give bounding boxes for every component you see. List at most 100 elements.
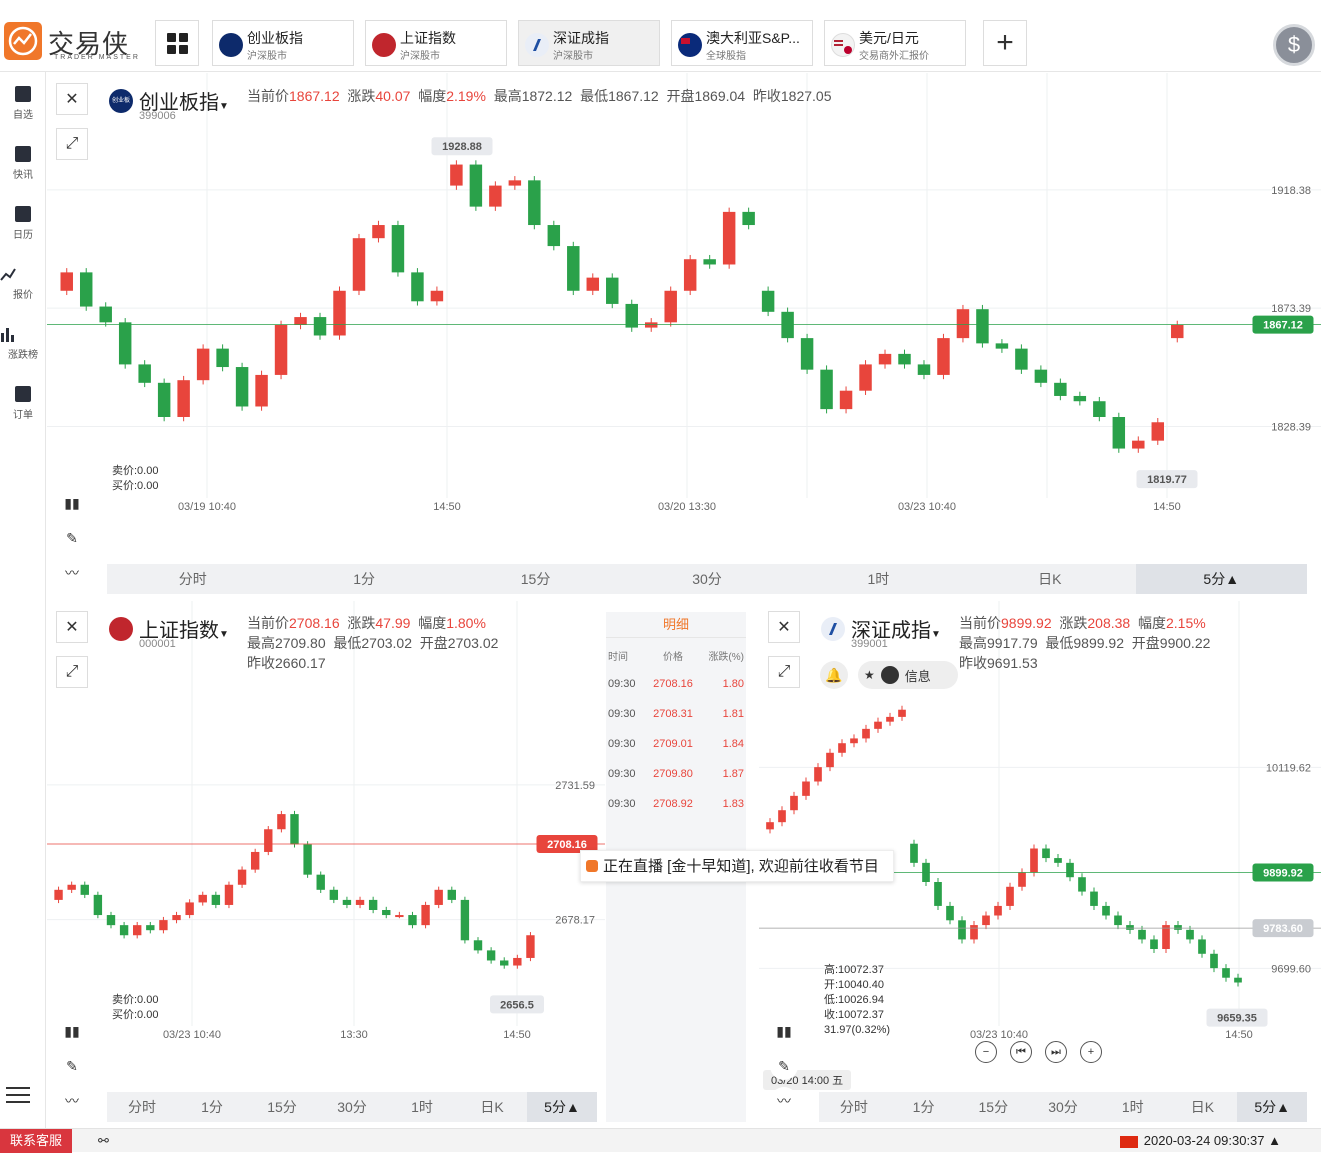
- customer-service-button[interactable]: 联系客服: [0, 1129, 73, 1153]
- candle: [917, 364, 931, 375]
- ticks-title[interactable]: 明细: [606, 612, 746, 638]
- expand-panel-button[interactable]: ⤢: [56, 128, 88, 160]
- timeframe-option[interactable]: 日K: [964, 564, 1135, 594]
- chart-panel-shanghai: 2731.59 2678.17 2708.16 2656.5 03/23 10:40 13…: [47, 601, 605, 1128]
- indicator-button[interactable]: 〰: [770, 1087, 798, 1115]
- timeframe-option[interactable]: 5分▲: [527, 1092, 597, 1122]
- candle: [1222, 968, 1230, 978]
- tab-usdjpy[interactable]: 美元/日元 交易商外汇报价: [824, 20, 966, 66]
- candle: [255, 374, 268, 407]
- tab-australia[interactable]: 澳大利亚S&P... 全球股指: [671, 20, 813, 66]
- sidebar-item-quotes[interactable]: 报价: [0, 266, 46, 301]
- candle: [421, 904, 430, 926]
- timeframe-option[interactable]: 日K: [457, 1092, 527, 1122]
- timeframe-option[interactable]: 1时: [387, 1092, 457, 1122]
- close-panel-button[interactable]: ✕: [56, 611, 88, 643]
- indicator-button[interactable]: 〰: [58, 1087, 86, 1115]
- candle: [722, 211, 736, 265]
- ticks-header: 时间 价格 涨跌(%): [606, 638, 746, 669]
- candle: [382, 910, 391, 916]
- close-panel-button[interactable]: ✕: [56, 83, 88, 115]
- timeframe-option[interactable]: 5分▲: [1135, 564, 1307, 594]
- indicator-icon: 〰: [65, 565, 79, 581]
- tab-chinext[interactable]: 创业板指 沪深股市: [212, 20, 354, 66]
- stat-value: 9899.92: [1073, 635, 1124, 651]
- expand-panel-button[interactable]: ⤢: [768, 656, 800, 688]
- candle: [898, 709, 906, 717]
- stat-label: 最高: [247, 635, 275, 651]
- timeframe-option[interactable]: 30分: [1028, 1092, 1098, 1122]
- stat-label: 昨收: [959, 655, 987, 671]
- timeframe-option[interactable]: 30分: [621, 564, 792, 594]
- expand-icon: ⤢: [65, 135, 79, 152]
- sidebar-item-movers[interactable]: 涨跌榜: [0, 326, 46, 361]
- zoom-in-button[interactable]: +: [1080, 1041, 1102, 1063]
- candle: [277, 814, 286, 830]
- timeframe-bar: 分时 1分 15分 30分 1时 日K 5分▲: [107, 564, 1307, 594]
- draw-tool-button[interactable]: ✎: [770, 1052, 798, 1080]
- x-tick-label: 14:50: [1153, 501, 1181, 513]
- tab-shanghai[interactable]: 上证指数 沪深股市: [365, 20, 507, 66]
- timeframe-option[interactable]: 1时: [793, 564, 964, 594]
- y-tick-label: 1918.38: [1271, 185, 1311, 197]
- indicator-icon: 〰: [777, 1093, 791, 1109]
- candle: [886, 716, 894, 722]
- timeframe-option[interactable]: 分时: [107, 1092, 177, 1122]
- star-icon[interactable]: ★: [864, 668, 875, 682]
- grid-icon: [166, 32, 188, 54]
- candle: [1018, 872, 1026, 887]
- draw-tool-button[interactable]: ✎: [58, 1052, 86, 1080]
- timeframe-option[interactable]: 日K: [1168, 1092, 1238, 1122]
- draw-tool-button[interactable]: ✎: [58, 524, 86, 552]
- timeframe-option[interactable]: 5分▲: [1237, 1092, 1308, 1122]
- shanghai-candlestick-chart[interactable]: 2731.59 2678.17 2708.16 2656.5 03/23 10:40 13…: [47, 601, 605, 1128]
- zoom-out-button[interactable]: −: [975, 1041, 997, 1063]
- sidebar-item-orders[interactable]: 订单: [0, 386, 46, 421]
- timeframe-option[interactable]: 1时: [1098, 1092, 1168, 1122]
- x-tick-label: 03/23 10:40: [898, 501, 956, 513]
- candle: [450, 164, 463, 186]
- candle-icon: ▮▮: [776, 1022, 792, 1039]
- timeframe-option[interactable]: 1分: [177, 1092, 247, 1122]
- tab-sub: 全球股指: [706, 51, 746, 62]
- x-tick-label: 14:50: [1225, 1029, 1253, 1041]
- timeframe-option[interactable]: 分时: [107, 564, 278, 594]
- candle-type-button[interactable]: ▮▮: [58, 1017, 86, 1045]
- clipboard-icon: [15, 386, 31, 402]
- candle: [1066, 862, 1074, 878]
- stat-label: 涨跌: [1059, 615, 1088, 631]
- chinext-candlestick-chart[interactable]: 1918.38 1873.39 1828.39 1867.12 1928.88 1819.…: [47, 73, 1321, 600]
- menu-icon[interactable]: [6, 1082, 30, 1108]
- ticks-col-price: 价格: [663, 652, 683, 663]
- indicator-button[interactable]: 〰: [58, 559, 86, 587]
- skip-back-icon: ⏮: [1016, 1045, 1026, 1058]
- tick-row: 09:30 2708.16 1.80: [606, 669, 746, 699]
- sidebar-item-news[interactable]: 快讯: [0, 146, 46, 181]
- tab-shenzhen[interactable]: 深证成指 沪深股市: [518, 20, 660, 66]
- close-panel-button[interactable]: ✕: [768, 611, 800, 643]
- timeframe-option[interactable]: 1分: [278, 564, 449, 594]
- alert-button[interactable]: 🔔: [820, 661, 848, 689]
- sidebar-item-watchlist[interactable]: 自选: [0, 86, 46, 121]
- live-link-icon: [586, 860, 598, 872]
- candle-type-button[interactable]: ▮▮: [58, 489, 86, 517]
- timeframe-option[interactable]: 30分: [317, 1092, 387, 1122]
- scroll-end-button[interactable]: ⏭: [1045, 1041, 1067, 1063]
- timeframe-option[interactable]: 15分: [247, 1092, 317, 1122]
- candle: [303, 844, 312, 875]
- timeframe-option[interactable]: 分时: [819, 1092, 889, 1122]
- link-icon[interactable]: ⚯: [98, 1133, 109, 1149]
- timeframe-option[interactable]: 15分: [450, 564, 621, 594]
- candle-type-button[interactable]: ▮▮: [770, 1017, 798, 1045]
- timeframe-option[interactable]: 1分: [889, 1092, 959, 1122]
- scroll-start-button[interactable]: ⏮: [1010, 1041, 1032, 1063]
- x-tick-label: 14:50: [503, 1029, 531, 1041]
- dollar-icon[interactable]: $: [1273, 24, 1315, 66]
- layout-grid-button[interactable]: [155, 20, 199, 66]
- info-button[interactable]: 信息: [905, 666, 931, 685]
- timeframe-option[interactable]: 15分: [958, 1092, 1028, 1122]
- expand-panel-button[interactable]: ⤢: [56, 656, 88, 688]
- live-broadcast-banner[interactable]: 正在直播 [金十早知道], 欢迎前往收看节目: [580, 850, 894, 882]
- sidebar-item-calendar[interactable]: 日历: [0, 206, 46, 241]
- add-tab-button[interactable]: +: [983, 20, 1027, 66]
